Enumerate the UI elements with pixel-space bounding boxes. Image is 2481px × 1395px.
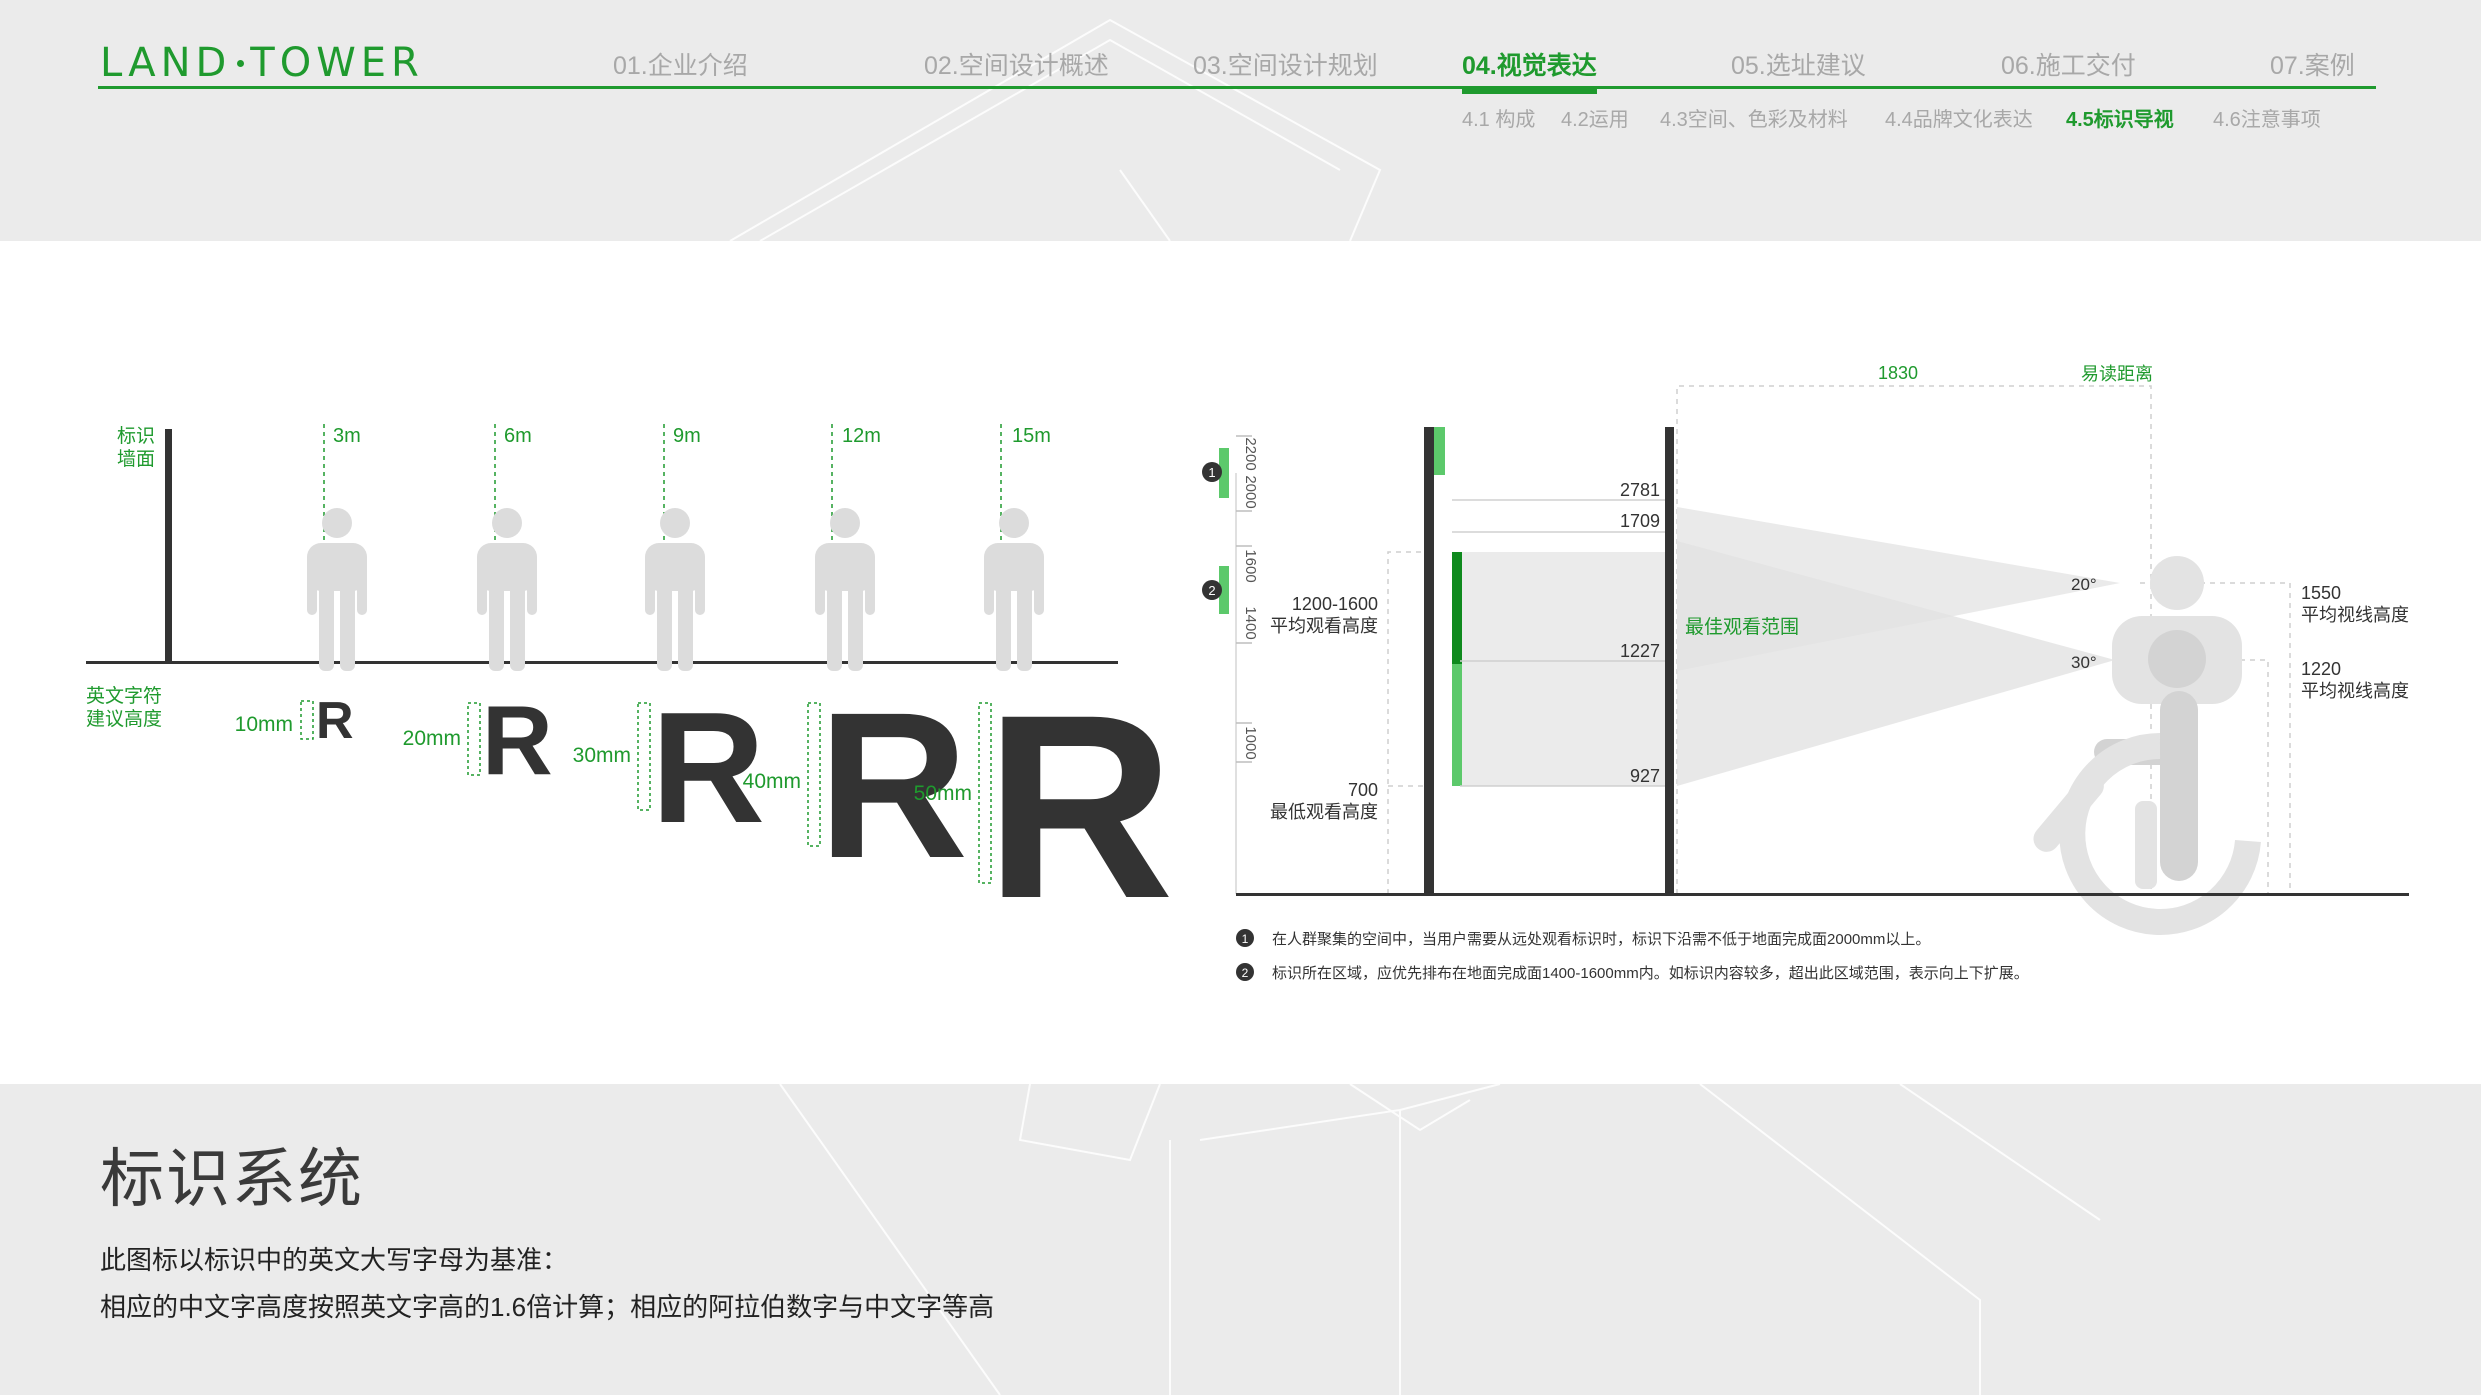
- ruler-1600: 1600: [1242, 549, 1259, 582]
- optimal-range-label: 最佳观看范围: [1685, 616, 1799, 638]
- wall-label-2: 墙面: [117, 448, 155, 470]
- logo-dot: [237, 59, 245, 67]
- marker-2-number: 2: [1208, 583, 1215, 598]
- wall-label-1: 标识: [117, 425, 155, 447]
- level-1227: 1227: [1620, 641, 1660, 661]
- marker-1-number: 1: [1208, 465, 1215, 480]
- wheelchair-user-icon: [2033, 556, 2261, 935]
- person-icon: [984, 508, 1044, 671]
- header-divider: [98, 86, 2376, 89]
- content-panel: 标识 墙面 英文字符 建议高度 3m 10mm R 6m 20mm R 9m 3…: [0, 241, 2481, 1084]
- subnav-item-notes[interactable]: 4.6注意事项: [2213, 103, 2321, 132]
- sample-letter: R: [985, 660, 1174, 953]
- viewing-pole: [1665, 427, 1674, 894]
- subnav-item-brand-culture[interactable]: 4.4品牌文化表达: [1885, 103, 2033, 132]
- height-label: 20mm: [403, 727, 461, 750]
- char-height-label-1: 英文字符: [86, 685, 162, 707]
- subnav-item-materials[interactable]: 4.3空间、色彩及材料: [1660, 103, 1848, 132]
- sign-panel-mid: [1452, 552, 1462, 664]
- sign-pole: [1424, 427, 1434, 894]
- subnav-item-signage[interactable]: 4.5标识导视: [2066, 103, 2174, 132]
- standing-eye-text: 平均视线高度: [2301, 605, 2409, 625]
- ruler-1000: 1000: [1242, 726, 1259, 759]
- ruler-1400: 1400: [1242, 606, 1259, 639]
- min-height-value: 700: [1348, 780, 1378, 800]
- height-label: 30mm: [573, 744, 631, 767]
- distance-label: 3m: [333, 425, 361, 447]
- signage-diagrams: 标识 墙面 英文字符 建议高度 3m 10mm R 6m 20mm R 9m 3…: [86, 363, 2409, 982]
- distance-column-9m: 9m 30mm R: [573, 424, 765, 856]
- optimal-range-band: [1459, 552, 1670, 786]
- seated-eye-text: 平均视线高度: [2301, 681, 2409, 701]
- level-927: 927: [1630, 766, 1660, 786]
- level-1709: 1709: [1620, 511, 1660, 531]
- nav-item-construction[interactable]: 06.施工交付: [2001, 46, 2136, 82]
- height-label: 40mm: [743, 770, 801, 793]
- nav-item-cases[interactable]: 07.案例: [2270, 46, 2355, 82]
- sample-letter: R: [316, 692, 354, 750]
- char-height-label-2: 建议高度: [86, 708, 162, 730]
- brand-logo[interactable]: LAND TOWER: [100, 40, 424, 86]
- nav-item-space-overview[interactable]: 02.空间设计概述: [924, 46, 1109, 82]
- subnav-item-composition[interactable]: 4.1 构成: [1462, 103, 1535, 132]
- person-icon: [307, 508, 367, 671]
- easy-read-label: 易读距离: [2081, 364, 2153, 384]
- height-label: 50mm: [914, 782, 972, 805]
- distance-label: 9m: [673, 425, 701, 447]
- ruler-2000: 2000: [1242, 475, 1259, 508]
- distance-column-3m: 3m 10mm R: [235, 424, 367, 750]
- ruler-2200: 2200: [1242, 437, 1259, 470]
- subnav-item-usage[interactable]: 4.2运用: [1561, 103, 1629, 132]
- person-icon: [645, 508, 705, 671]
- level-2781: 2781: [1620, 480, 1660, 500]
- floor-line: [86, 661, 1118, 664]
- logo-left: LAND: [100, 40, 232, 86]
- note-2-text: 标识所在区域，应优先排布在地面完成面1400-1600mm内。如标识内容较多，超…: [1272, 964, 2029, 982]
- nav-item-visual[interactable]: 04.视觉表达: [1462, 46, 1597, 94]
- note-1-text: 在人群聚集的空间中，当用户需要从远处观看标识时，标识下沿需不低于地面完成面200…: [1272, 931, 1930, 948]
- page-title: 标识系统: [100, 1143, 364, 1217]
- person-icon: [477, 508, 537, 671]
- sample-letter: R: [482, 685, 553, 795]
- person-icon: [815, 508, 875, 671]
- angle-30: 30°: [2071, 653, 2097, 672]
- dimension-1830: 1830: [1878, 363, 1918, 383]
- sign-panel-low: [1452, 664, 1462, 786]
- distance-label: 6m: [504, 425, 532, 447]
- sample-letter: R: [651, 680, 765, 856]
- standing-eye-value: 1550: [2301, 583, 2341, 603]
- nav-item-company[interactable]: 01.企业介绍: [613, 46, 748, 82]
- height-label: 10mm: [235, 713, 293, 736]
- distance-label: 15m: [1012, 425, 1051, 447]
- description-line-2: 相应的中文字高度按照英文字高的1.6倍计算；相应的阿拉伯数字与中文字等高: [100, 1292, 995, 1322]
- nav-item-space-planning[interactable]: 03.空间设计规划: [1193, 46, 1378, 82]
- description-line-1: 此图标以标识中的英文大写字母为基准：: [100, 1245, 569, 1275]
- letter-height-diagram: 标识 墙面 英文字符 建议高度 3m 10mm R 6m 20mm R 9m 3…: [86, 424, 1174, 953]
- wall-bar: [165, 429, 172, 664]
- angle-20: 20°: [2071, 575, 2097, 594]
- seated-eye-value: 1220: [2301, 659, 2341, 679]
- sign-panel-high: [1434, 427, 1445, 475]
- nav-item-site[interactable]: 05.选址建议: [1731, 46, 1866, 82]
- viewing-height-diagram: 1830 易读距离 2781 1709 1227 927 最佳观看范围 1 2 …: [1202, 363, 2409, 982]
- min-height-text: 最低观看高度: [1270, 802, 1378, 822]
- note-1-number: 1: [1242, 932, 1249, 946]
- avg-height-value: 1200-1600: [1292, 594, 1378, 614]
- avg-height-text: 平均观看高度: [1270, 616, 1378, 636]
- distance-label: 12m: [842, 425, 881, 447]
- ground-line: [1236, 893, 2409, 896]
- note-2-number: 2: [1242, 966, 1249, 980]
- distance-column-6m: 6m 20mm R: [403, 424, 553, 795]
- logo-right: TOWER: [250, 40, 424, 86]
